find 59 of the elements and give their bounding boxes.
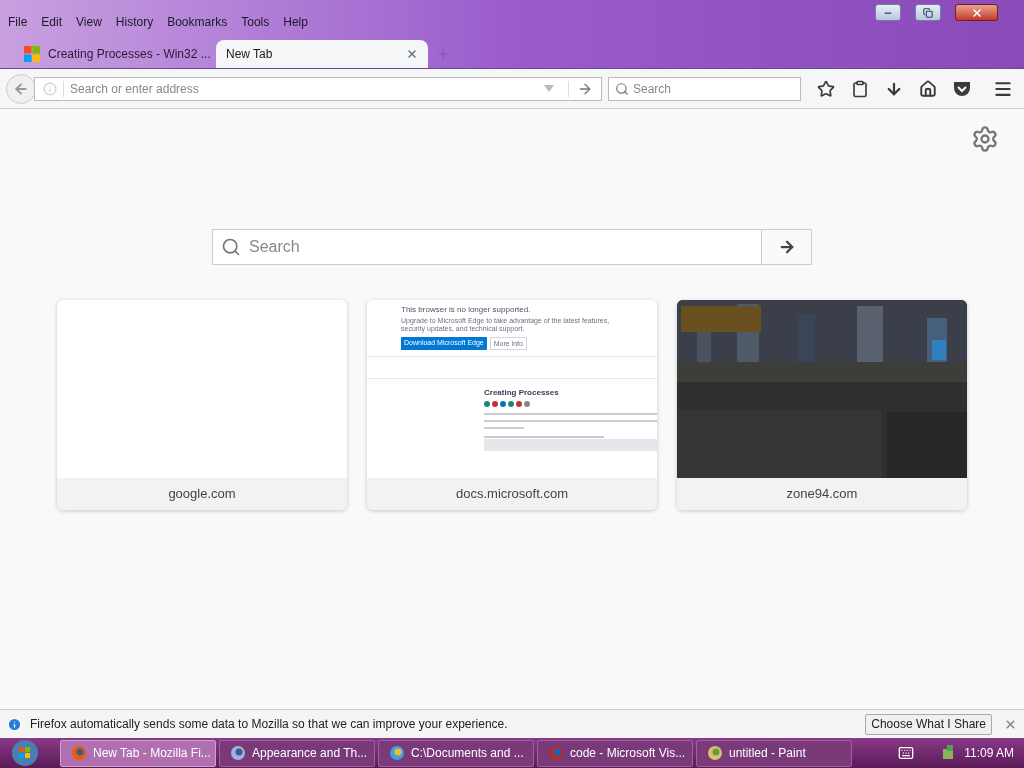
search-bar[interactable]: Search	[608, 76, 801, 101]
taskbar-button[interactable]: code - Microsoft Vis...	[537, 739, 693, 767]
search-icon	[615, 81, 629, 96]
taskbar-button[interactable]: Appearance and Th...	[219, 739, 375, 767]
windows-logo-icon	[24, 46, 40, 62]
browser-tab[interactable]: Creating Processes - Win32 ...	[16, 40, 216, 68]
tile-label: google.com	[168, 485, 236, 504]
close-icon[interactable]	[1004, 717, 1017, 731]
menu-item[interactable]: Edit	[41, 13, 63, 31]
taskbar-button[interactable]: New Tab - Mozilla Fi...	[60, 739, 216, 767]
search-submit-button[interactable]	[762, 229, 812, 265]
tab-title: New Tab	[226, 46, 273, 63]
taskbar-label: C:\Documents and ...	[411, 745, 524, 762]
settings-icon[interactable]	[971, 125, 999, 153]
menu-item[interactable]: Tools	[241, 13, 270, 31]
top-site-tile[interactable]: google.com	[57, 300, 347, 510]
taskbar-label: Appearance and Th...	[252, 745, 368, 762]
top-site-tile[interactable]: zone94.com	[677, 300, 967, 510]
info-icon	[7, 716, 22, 732]
info-icon	[43, 81, 57, 96]
browser-tab[interactable]: New Tab	[216, 40, 428, 68]
menu-item[interactable]: Help	[283, 13, 308, 31]
taskbar-button[interactable]: untitled - Paint	[696, 739, 852, 767]
restore-button[interactable]	[915, 4, 941, 21]
top-site-tile[interactable]	[367, 300, 657, 510]
pocket-icon[interactable]	[953, 80, 971, 97]
search-field[interactable]: Search	[633, 79, 794, 98]
start-orb-icon[interactable]	[10, 739, 40, 767]
page-search-field[interactable]: Search	[249, 235, 753, 259]
taskbar-label: code - Microsoft Vis...	[570, 745, 686, 762]
tile-label: zone94.com	[786, 485, 858, 504]
keyboard-icon[interactable]	[898, 745, 915, 761]
tab-title: Creating Processes - Win32 ...	[48, 46, 211, 63]
close-tab-icon[interactable]	[406, 48, 418, 60]
taskbar-label: New Tab - Mozilla Fi...	[93, 745, 211, 762]
menu-item[interactable]: View	[76, 13, 102, 31]
address-bar[interactable]: Search or enter address	[34, 76, 602, 101]
search-icon	[221, 237, 241, 257]
back-button[interactable]	[6, 73, 36, 104]
menu-item[interactable]: History	[115, 13, 154, 31]
home-icon[interactable]	[919, 79, 937, 98]
tile-label: docs.microsoft.com	[456, 485, 568, 504]
restore-icon	[923, 7, 933, 18]
choose-share-button[interactable]: Choose What I Share	[865, 713, 992, 735]
page-search-bar[interactable]: Search	[212, 229, 762, 265]
banner-title: This browser is no longer supported.	[401, 306, 532, 314]
bookmark-star-icon[interactable]	[817, 79, 835, 98]
menu-item[interactable]: Bookmarks	[167, 13, 228, 31]
taskbar-button[interactable]: C:\Documents and ...	[378, 739, 534, 767]
close-button[interactable]	[955, 4, 998, 21]
address-field[interactable]: Search or enter address	[70, 79, 544, 98]
minimize-button[interactable]	[875, 4, 901, 21]
close-icon	[970, 6, 983, 19]
clipboard-icon[interactable]	[851, 79, 869, 98]
menu-item[interactable]: File	[8, 13, 28, 31]
clock: 11:09 AM	[964, 745, 1014, 762]
notification-text: Firefox automatically sends some data to Mozilla so that we can improve your experience.	[30, 716, 508, 733]
article-title: Creating Processes	[484, 388, 560, 397]
taskbar-label: untitled - Paint	[729, 745, 806, 762]
